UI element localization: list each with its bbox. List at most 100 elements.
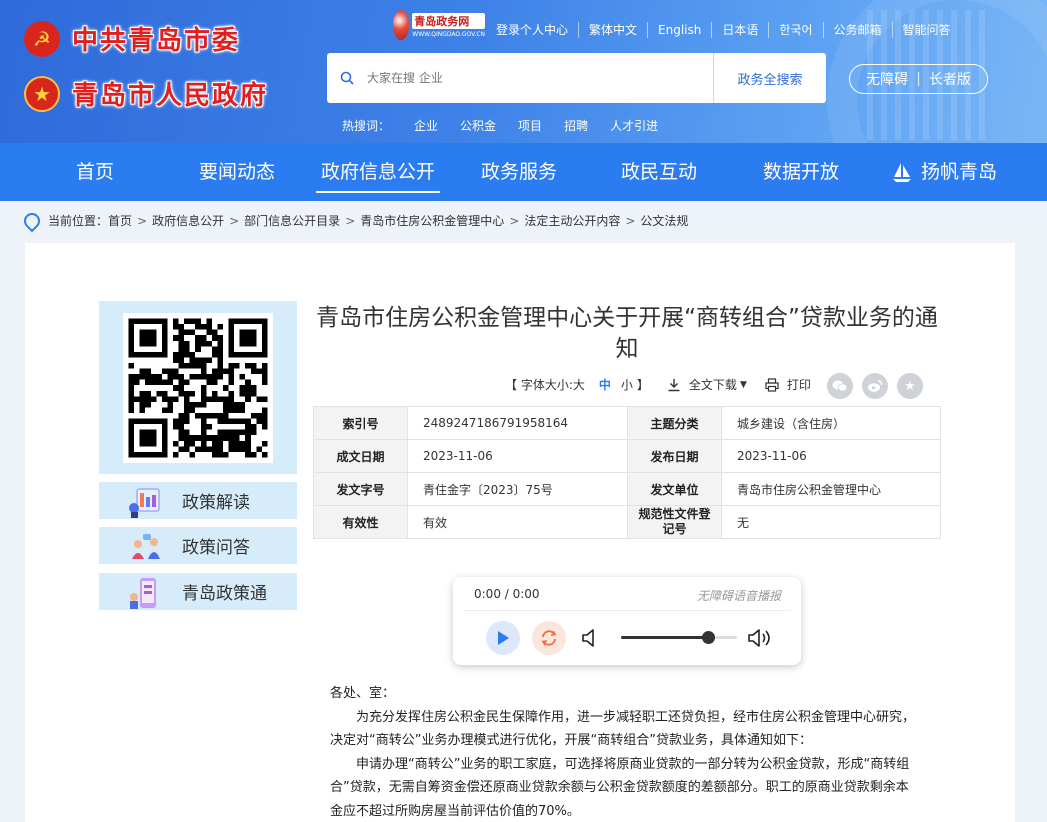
greeting: 各处、室：: [330, 686, 396, 701]
volume-fill: [621, 636, 708, 639]
nav-item-home[interactable]: 首页: [55, 143, 135, 201]
nav-item-open-data[interactable]: 数据开放: [752, 143, 850, 201]
elder-mode-link[interactable]: 长者版: [929, 69, 971, 89]
hot-word[interactable]: 公积金: [460, 117, 496, 134]
hot-word[interactable]: 人才引进: [610, 117, 658, 134]
print-icon: [765, 377, 779, 392]
search-button[interactable]: 政务全搜索: [713, 53, 826, 103]
font-size-close: 】: [636, 378, 649, 392]
gov-logo[interactable]: ★ 青岛市人民政府: [24, 75, 268, 112]
speaker-mute-icon[interactable]: [581, 627, 601, 649]
volume-knob[interactable]: [702, 631, 715, 644]
meta-value: 2023-11-06: [407, 439, 628, 473]
nav-item-interaction[interactable]: 政民互动: [610, 143, 708, 201]
location-pin-icon: [20, 209, 44, 232]
breadcrumb-label: 当前位置：: [48, 214, 109, 228]
policy-qa-button[interactable]: 政策问答: [99, 527, 297, 564]
print-button[interactable]: 打印: [765, 376, 811, 393]
top-link-korean[interactable]: 한국어: [768, 22, 822, 38]
top-link-qa[interactable]: 智能问答: [891, 22, 961, 38]
download-button[interactable]: 全文下载 ▼: [667, 376, 747, 393]
breadcrumb-item[interactable]: 青岛市住房公积金管理中心: [360, 212, 504, 229]
breadcrumb-item[interactable]: 法定主动公开内容: [524, 212, 620, 229]
table-row: 发文字号 青住金字〔2023〕75号 发文单位 青岛市住房公积金管理中心: [313, 472, 941, 506]
top-link-english[interactable]: English: [647, 22, 711, 38]
meta-value: 2023-11-06: [721, 439, 941, 473]
barrier-free-link[interactable]: 无障碍: [866, 69, 908, 89]
hot-word[interactable]: 项目: [518, 117, 542, 134]
search-input[interactable]: [367, 53, 713, 103]
meta-value: 青住金字〔2023〕75号: [407, 472, 628, 506]
meta-value: 无: [721, 505, 941, 539]
caret-down-icon: ▼: [739, 379, 747, 390]
play-icon: [498, 631, 509, 645]
weibo-share-icon[interactable]: [862, 373, 888, 399]
qingdao-policy-button[interactable]: 青岛政策通: [99, 573, 297, 610]
top-link-japanese[interactable]: 日本语: [711, 22, 768, 38]
meta-value: 有效: [407, 505, 628, 539]
globe-icon: [393, 10, 410, 40]
meta-value: 青岛市住房公积金管理中心: [721, 472, 941, 506]
play-button[interactable]: [486, 621, 520, 655]
print-label: 打印: [786, 378, 811, 392]
paragraph: 为充分发挥住房公积金民生保障作用，进一步减轻职工还贷负担，经市住房公积金管理中心…: [330, 709, 916, 749]
table-row: 有效性 有效 规范性文件登记号 无: [313, 505, 941, 539]
portal-logo[interactable]: 青岛政务网 WWW.QINGDAO.GOV.CN: [393, 6, 485, 44]
article-tools: 【 字体大小: 大 中 小 】 全文下载 ▼ 打印: [505, 376, 811, 393]
policy-interpretation-button[interactable]: 政策解读: [99, 482, 297, 519]
gov-name: 青岛市人民政府: [72, 81, 269, 111]
breadcrumb: 当前位置： 首页 > 政府信息公开 > 部门信息公开目录 > 青岛市住房公积金管…: [20, 209, 688, 232]
party-name: 中共青岛市委: [72, 26, 241, 56]
divider: |: [916, 71, 921, 87]
hot-word[interactable]: 招聘: [564, 117, 588, 134]
meta-key: 规范性文件登记号: [627, 505, 722, 539]
font-size-small[interactable]: 小: [621, 376, 633, 393]
meta-value: 2489247186791958164: [407, 406, 628, 440]
table-row: 成文日期 2023-11-06 发布日期 2023-11-06: [313, 439, 941, 473]
star-favorite-icon[interactable]: ★: [897, 373, 923, 399]
speaker-volume-icon[interactable]: [747, 627, 775, 649]
download-icon: [668, 378, 680, 391]
meta-key: 发布日期: [627, 439, 722, 473]
national-emblem-icon: ★: [24, 75, 60, 112]
policy-interpretation-label: 政策解读: [182, 493, 250, 513]
top-link-login[interactable]: 登录个人中心: [496, 22, 578, 38]
party-emblem-icon: ☭: [24, 20, 60, 57]
font-size-large[interactable]: 大: [573, 376, 585, 393]
hot-label: 热搜词：: [342, 119, 391, 133]
meta-key: 有效性: [313, 505, 408, 539]
meta-key: 索引号: [313, 406, 408, 440]
nav-item-yangfan-label: 扬帆青岛: [920, 161, 997, 183]
document-metadata-table: 索引号 2489247186791958164 主题分类 城乡建设（含住房） 成…: [313, 406, 941, 539]
nav-item-yangfan[interactable]: 扬帆青岛: [884, 143, 1004, 201]
chevron-right-icon: >: [345, 213, 356, 228]
sailboat-icon: [892, 163, 911, 182]
accessibility-toggle: 无障碍 | 长者版: [849, 64, 988, 94]
nav-item-services[interactable]: 政务服务: [470, 143, 568, 201]
party-logo[interactable]: ☭ 中共青岛市委: [24, 20, 240, 57]
qingdao-policy-icon: [127, 577, 167, 609]
loop-button[interactable]: [532, 621, 566, 655]
meta-key: 主题分类: [627, 406, 722, 440]
hot-word[interactable]: 企业: [414, 117, 438, 134]
breadcrumb-item[interactable]: 政府信息公开: [152, 212, 224, 229]
download-label: 全文下载: [688, 378, 737, 392]
nav-item-gov-info[interactable]: 政府信息公开: [316, 143, 440, 201]
breadcrumb-item[interactable]: 部门信息公开目录: [244, 212, 340, 229]
breadcrumb-item[interactable]: 公文法规: [640, 212, 688, 229]
font-size-label: 【 字体大小:: [505, 378, 573, 392]
top-link-mail[interactable]: 公务邮箱: [822, 22, 892, 38]
paragraph: 申请办理“商转公”业务的职工家庭，可选择将原商业贷款的一部分转为公积金贷款，形成…: [330, 756, 910, 819]
volume-slider[interactable]: [621, 636, 737, 639]
portal-url: WWW.QINGDAO.GOV.CN: [412, 30, 485, 38]
policy-qa-label: 政策问答: [182, 538, 250, 558]
nav-item-news[interactable]: 要闻动态: [188, 143, 286, 201]
top-link-traditional[interactable]: 繁体中文: [578, 22, 647, 38]
qr-code-icon: [123, 312, 273, 463]
font-size-medium[interactable]: 中: [599, 376, 611, 393]
breadcrumb-item[interactable]: 首页: [108, 212, 132, 229]
audio-time: 0:00 / 0:00: [474, 587, 540, 601]
top-links: 登录个人中心 繁体中文 English 日本语 한국어 公务邮箱 智能问答: [496, 22, 961, 38]
loop-icon: [541, 630, 557, 646]
wechat-share-icon[interactable]: [827, 373, 853, 399]
